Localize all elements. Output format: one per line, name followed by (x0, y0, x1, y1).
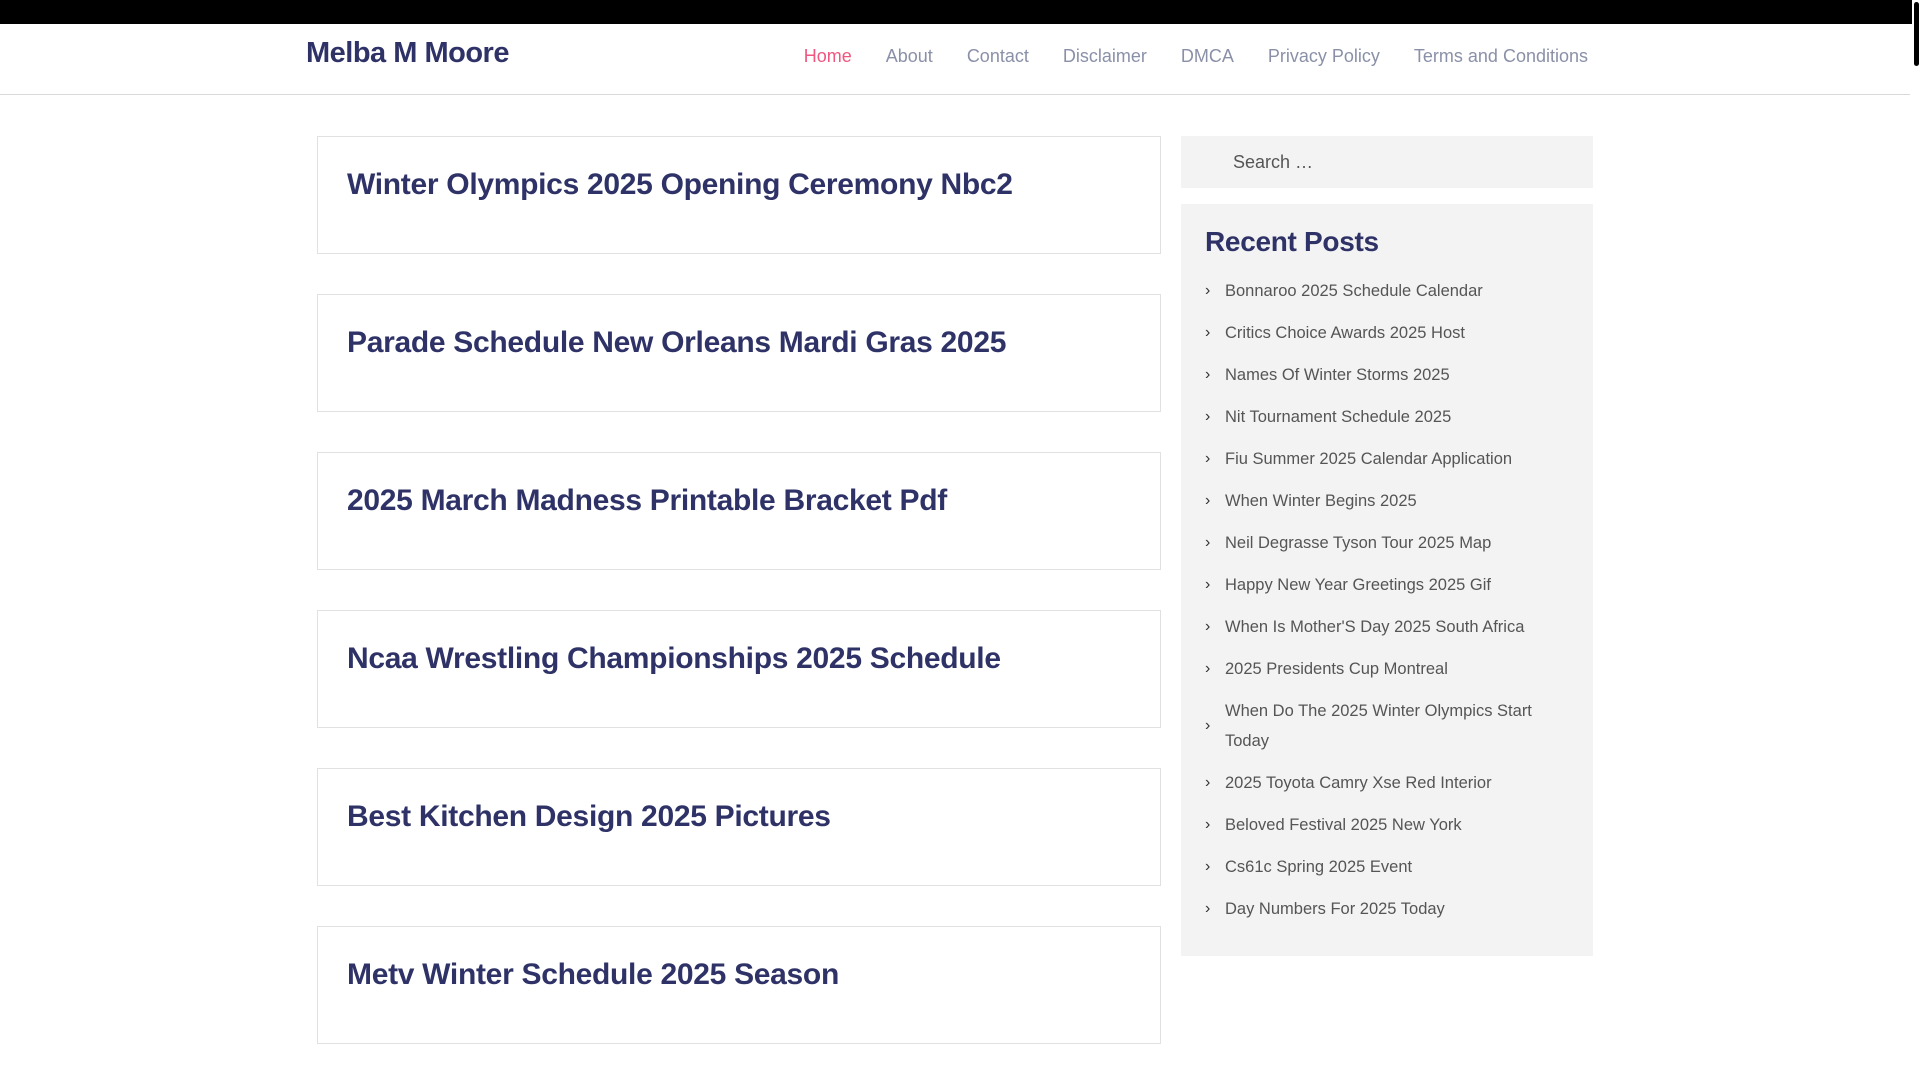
chevron-right-icon: › (1205, 282, 1211, 299)
post-card: Best Kitchen Design 2025 Pictures (317, 768, 1161, 886)
nav-item-disclaimer[interactable]: Disclaimer (1063, 46, 1147, 67)
recent-post-link[interactable]: Happy New Year Greetings 2025 Gif (1225, 570, 1491, 600)
recent-post-link[interactable]: Fiu Summer 2025 Calendar Application (1225, 444, 1512, 474)
list-item: › Fiu Summer 2025 Calendar Application (1205, 444, 1569, 474)
chevron-right-icon: › (1205, 576, 1211, 593)
recent-post-link[interactable]: 2025 Presidents Cup Montreal (1225, 654, 1448, 684)
post-card: Winter Olympics 2025 Opening Ceremony Nb… (317, 136, 1161, 254)
main-nav: Home About Contact Disclaimer DMCA Priva… (804, 46, 1588, 67)
nav-item-dmca[interactable]: DMCA (1181, 46, 1234, 67)
post-title[interactable]: Ncaa Wrestling Championships 2025 Schedu… (347, 642, 1001, 675)
site-title[interactable]: Melba M Moore (306, 37, 509, 70)
nav-item-home[interactable]: Home (804, 46, 852, 67)
recent-posts-title: Recent Posts (1205, 226, 1379, 257)
list-item: › When Winter Begins 2025 (1205, 486, 1569, 516)
recent-post-link[interactable]: Nit Tournament Schedule 2025 (1225, 402, 1451, 432)
recent-post-link[interactable]: Beloved Festival 2025 New York (1225, 810, 1462, 840)
chevron-right-icon: › (1205, 900, 1211, 917)
post-list: Winter Olympics 2025 Opening Ceremony Nb… (317, 136, 1161, 1084)
scrollbar-thumb[interactable] (1914, 2, 1919, 66)
list-item: › Critics Choice Awards 2025 Host (1205, 318, 1569, 348)
list-item: › Neil Degrasse Tyson Tour 2025 Map (1205, 528, 1569, 558)
post-title[interactable]: Best Kitchen Design 2025 Pictures (347, 800, 831, 833)
list-item: › When Do The 2025 Winter Olympics Start … (1205, 696, 1569, 756)
list-item: › 2025 Toyota Camry Xse Red Interior (1205, 768, 1569, 798)
chevron-right-icon: › (1205, 324, 1211, 341)
list-item: › Happy New Year Greetings 2025 Gif (1205, 570, 1569, 600)
post-title[interactable]: Parade Schedule New Orleans Mardi Gras 2… (347, 326, 1006, 359)
list-item: › Names Of Winter Storms 2025 (1205, 360, 1569, 390)
list-item: › Day Numbers For 2025 Today (1205, 894, 1569, 924)
search-widget (1181, 136, 1593, 188)
recent-post-link[interactable]: Critics Choice Awards 2025 Host (1225, 318, 1465, 348)
post-title[interactable]: 2025 March Madness Printable Bracket Pdf (347, 484, 947, 517)
post-card: Metv Winter Schedule 2025 Season (317, 926, 1161, 1044)
recent-post-link[interactable]: Cs61c Spring 2025 Event (1225, 852, 1412, 882)
chevron-right-icon: › (1205, 717, 1211, 734)
post-title[interactable]: Metv Winter Schedule 2025 Season (347, 958, 839, 991)
list-item: › When Is Mother'S Day 2025 South Africa (1205, 612, 1569, 642)
chevron-right-icon: › (1205, 534, 1211, 551)
browser-top-bar (0, 0, 1920, 24)
recent-posts-list: › Bonnaroo 2025 Schedule Calendar › Critic… (1205, 276, 1569, 924)
chevron-right-icon: › (1205, 774, 1211, 791)
recent-post-link[interactable]: When Is Mother'S Day 2025 South Africa (1225, 612, 1524, 642)
list-item: › Bonnaroo 2025 Schedule Calendar (1205, 276, 1569, 306)
nav-item-terms-and-conditions[interactable]: Terms and Conditions (1414, 46, 1588, 67)
chevron-right-icon: › (1205, 408, 1211, 425)
chevron-right-icon: › (1205, 492, 1211, 509)
chevron-right-icon: › (1205, 816, 1211, 833)
nav-item-contact[interactable]: Contact (967, 46, 1029, 67)
post-title[interactable]: Winter Olympics 2025 Opening Ceremony Nb… (347, 168, 1013, 201)
chevron-right-icon: › (1205, 660, 1211, 677)
list-item: › 2025 Presidents Cup Montreal (1205, 654, 1569, 684)
nav-item-about[interactable]: About (886, 46, 933, 67)
chevron-right-icon: › (1205, 618, 1211, 635)
list-item: › Cs61c Spring 2025 Event (1205, 852, 1569, 882)
list-item: › Nit Tournament Schedule 2025 (1205, 402, 1569, 432)
recent-post-link[interactable]: Neil Degrasse Tyson Tour 2025 Map (1225, 528, 1491, 558)
nav-item-privacy-policy[interactable]: Privacy Policy (1268, 46, 1380, 67)
recent-post-link[interactable]: Bonnaroo 2025 Schedule Calendar (1225, 276, 1483, 306)
post-card: Ncaa Wrestling Championships 2025 Schedu… (317, 610, 1161, 728)
recent-post-link[interactable]: When Do The 2025 Winter Olympics Start T… (1225, 696, 1569, 756)
recent-post-link[interactable]: When Winter Begins 2025 (1225, 486, 1417, 516)
post-card: Parade Schedule New Orleans Mardi Gras 2… (317, 294, 1161, 412)
search-input[interactable] (1231, 136, 1571, 188)
recent-post-link[interactable]: 2025 Toyota Camry Xse Red Interior (1225, 768, 1492, 798)
chevron-right-icon: › (1205, 450, 1211, 467)
recent-post-link[interactable]: Names Of Winter Storms 2025 (1225, 360, 1450, 390)
chevron-right-icon: › (1205, 366, 1211, 383)
recent-post-link[interactable]: Day Numbers For 2025 Today (1225, 894, 1445, 924)
recent-posts-widget: Recent Posts › Bonnaroo 2025 Schedule Cal… (1181, 204, 1593, 956)
chevron-right-icon: › (1205, 858, 1211, 875)
page-scrollbar[interactable] (1912, 0, 1920, 1080)
site-header: Melba M Moore Home About Contact Disclai… (0, 24, 1910, 95)
post-card: 2025 March Madness Printable Bracket Pdf (317, 452, 1161, 570)
list-item: › Beloved Festival 2025 New York (1205, 810, 1569, 840)
